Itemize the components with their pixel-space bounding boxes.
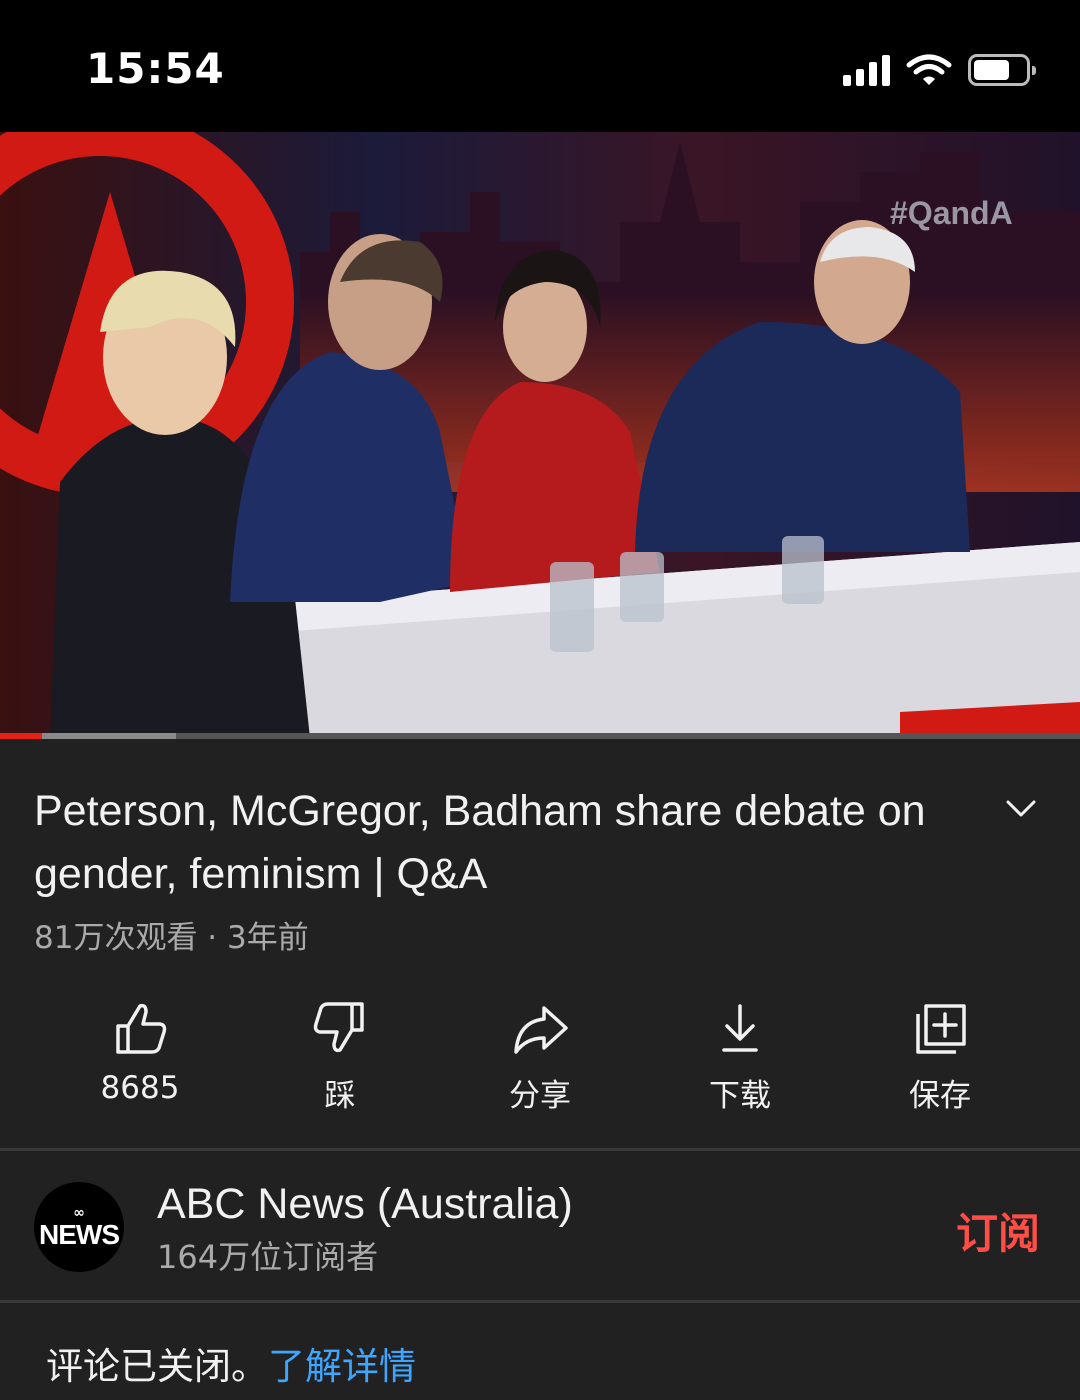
share-button[interactable]: 分享 <box>440 998 640 1115</box>
video-player[interactable]: #QandA <box>0 132 1080 738</box>
video-watermark: #QandA <box>890 195 1013 231</box>
thumbs-up-icon <box>116 1003 167 1054</box>
status-time: 15:54 <box>86 44 225 93</box>
progress-played <box>0 733 43 739</box>
download-icon <box>722 1004 758 1052</box>
video-meta[interactable]: 81万次观看 · 3年前 <box>34 912 309 957</box>
divider <box>0 1300 1080 1303</box>
action-bar: 8685 踩 分享 下载 保存 <box>40 998 1040 1115</box>
download-button[interactable]: 下载 <box>640 998 840 1115</box>
status-icons <box>843 50 1036 90</box>
like-button[interactable]: 8685 <box>40 998 240 1115</box>
add-to-playlist-icon <box>916 1004 966 1054</box>
subscriber-count: 164万位订阅者 <box>157 1238 379 1276</box>
video-progress-bar[interactable] <box>0 733 1080 739</box>
wifi-icon <box>906 54 952 85</box>
video-title[interactable]: Peterson, McGregor, Badham share debate … <box>34 780 954 906</box>
avatar-text: NEWS <box>39 1219 120 1250</box>
subscribe-button[interactable]: 订阅 <box>956 1200 1040 1261</box>
save-label: 保存 <box>909 1078 971 1114</box>
share-label: 分享 <box>509 1078 571 1114</box>
thumbs-down-icon <box>313 1002 364 1053</box>
save-button[interactable]: 保存 <box>840 998 1040 1115</box>
download-label: 下载 <box>709 1078 771 1114</box>
abc-logo-icon: ∞ <box>73 1205 85 1221</box>
video-frame: #QandA <box>0 132 1080 738</box>
like-count: 8685 <box>100 1070 180 1106</box>
dislike-label: 踩 <box>324 1078 356 1114</box>
divider <box>0 1148 1080 1151</box>
status-bar: 15:54 <box>0 0 1080 132</box>
chevron-down-icon[interactable] <box>1004 796 1038 820</box>
learn-more-link[interactable]: 了解详情 <box>268 1345 416 1388</box>
channel-avatar[interactable]: ∞ NEWS <box>34 1182 124 1272</box>
battery-icon <box>968 54 1036 86</box>
comments-disabled-notice: 评论已关闭。了解详情 <box>46 1336 416 1390</box>
cellular-signal-icon <box>843 54 890 86</box>
comments-notice-text: 评论已关闭。 <box>46 1345 268 1388</box>
share-icon <box>514 1006 568 1054</box>
dislike-button[interactable]: 踩 <box>240 998 440 1115</box>
channel-name[interactable]: ABC News (Australia) <box>157 1180 573 1229</box>
